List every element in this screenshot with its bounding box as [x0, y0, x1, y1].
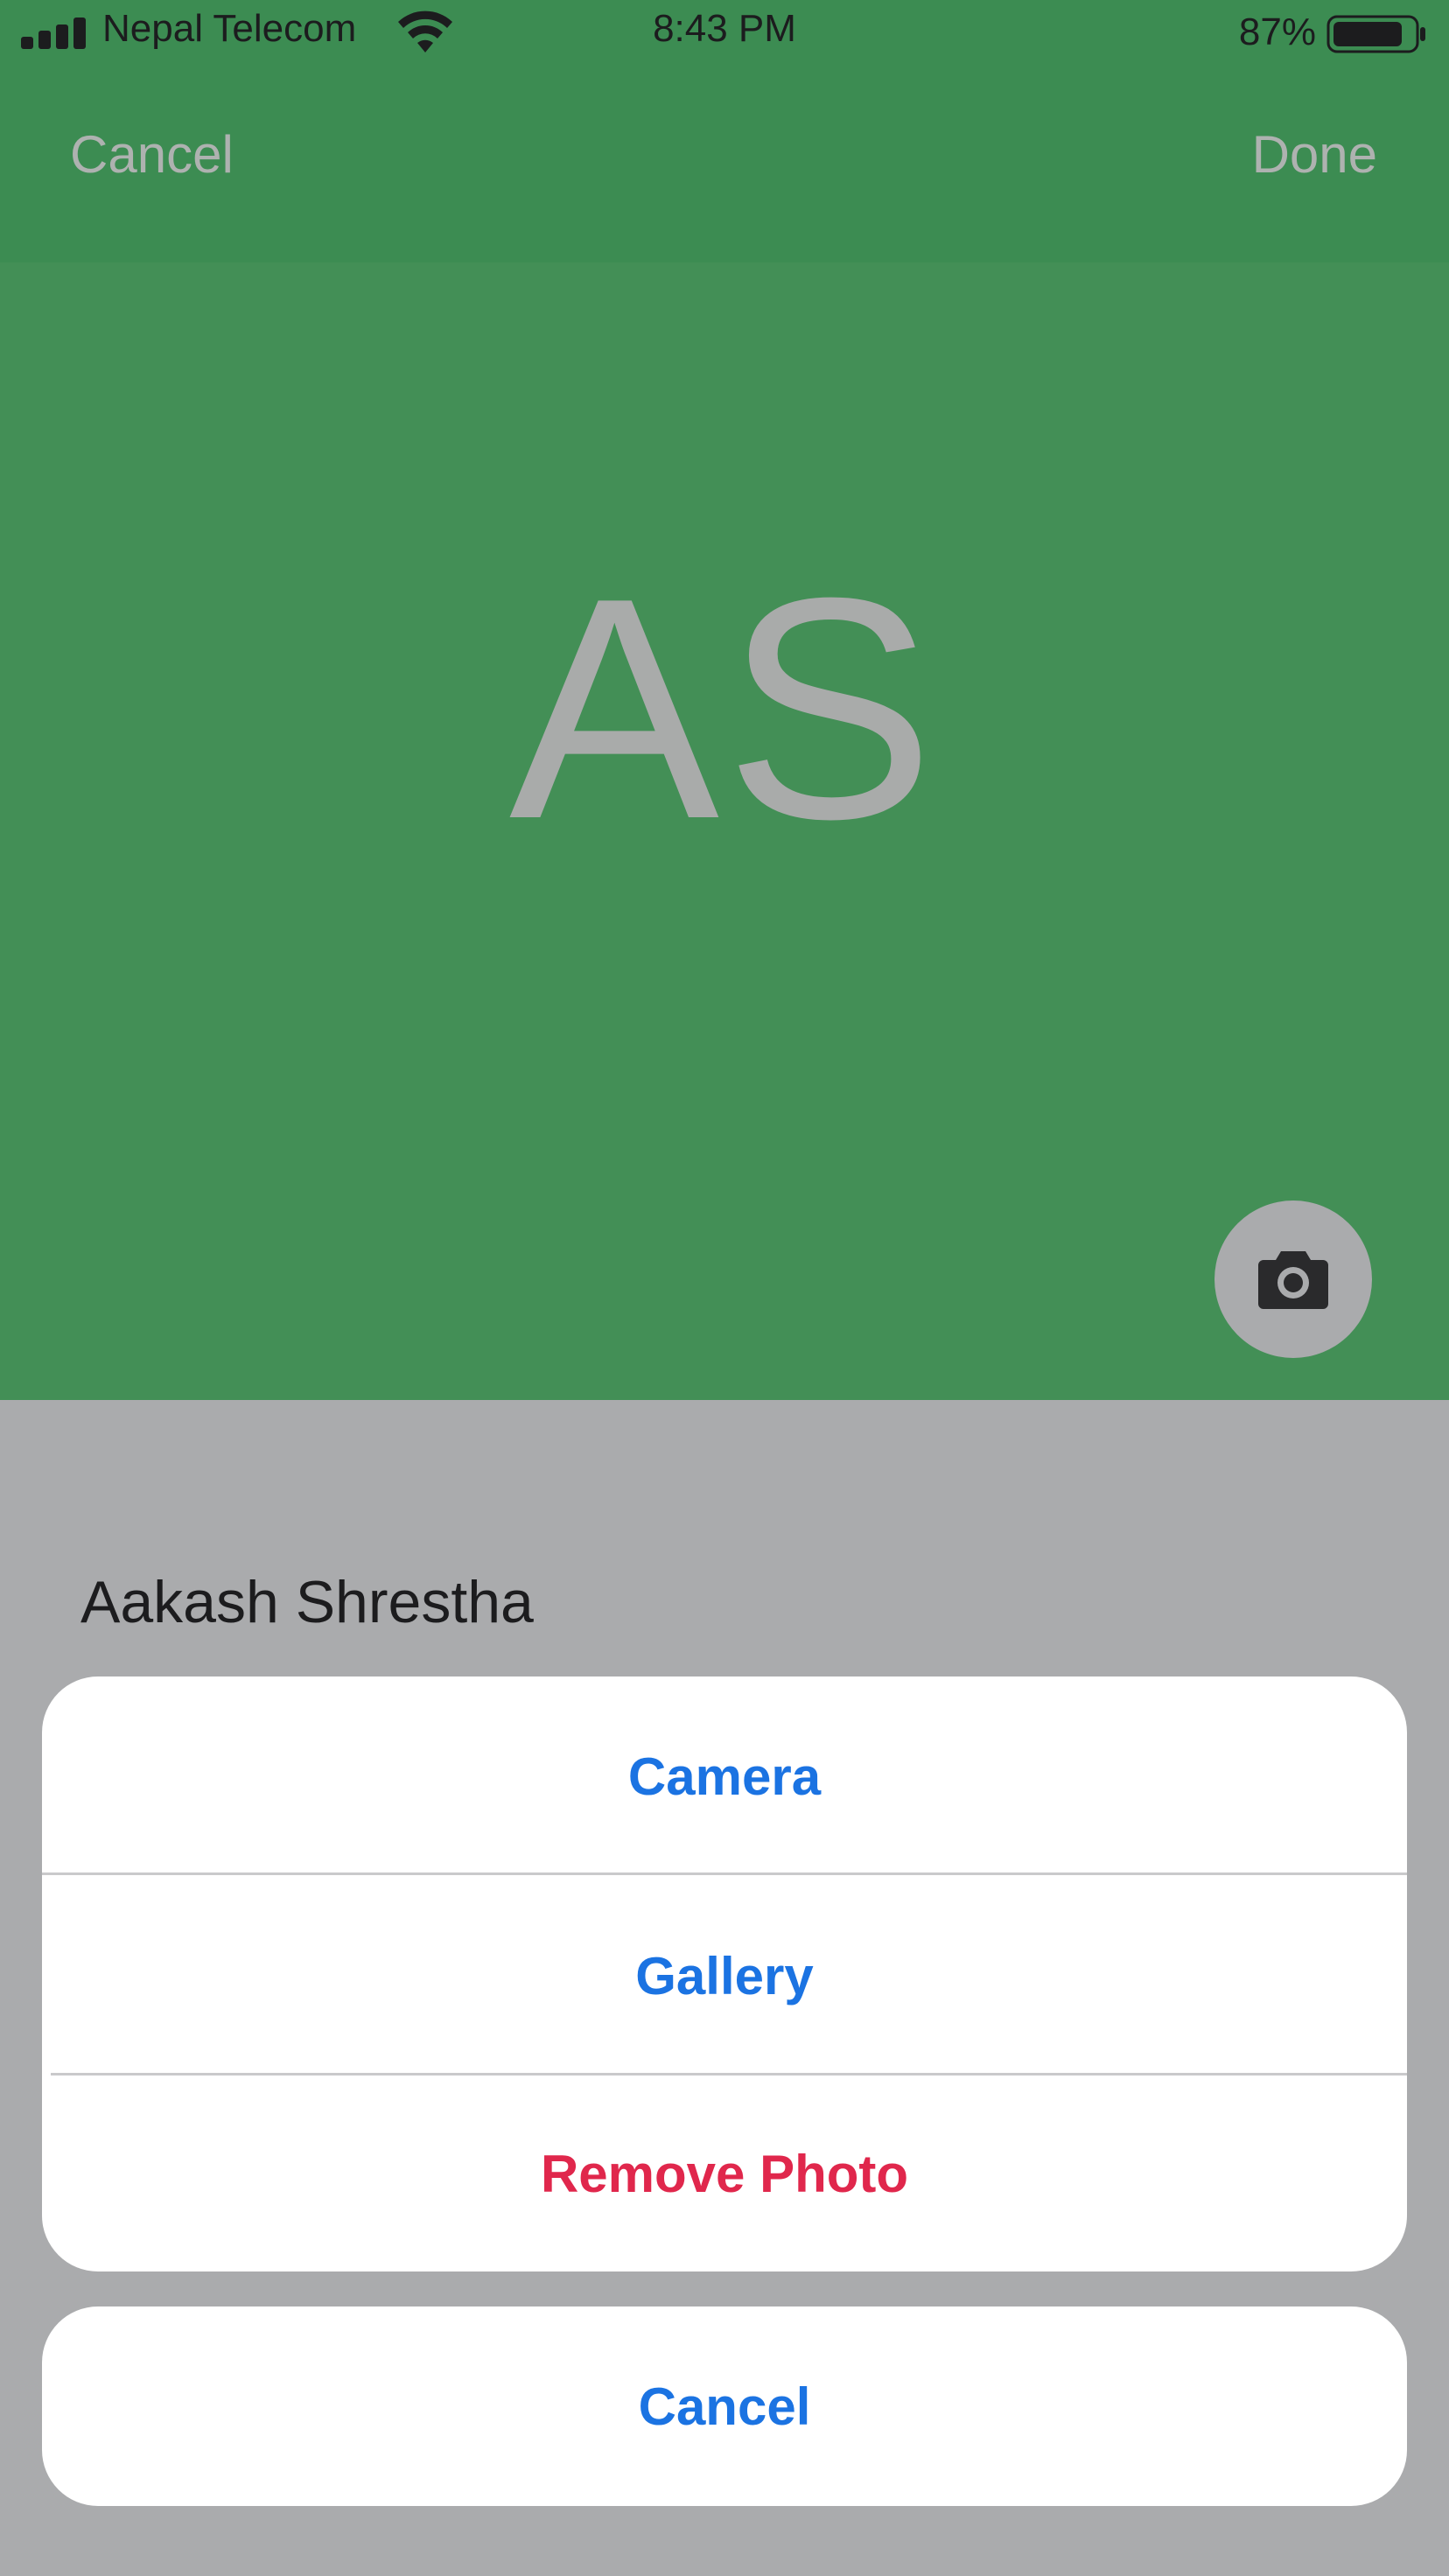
avatar-initials: AS [508, 533, 941, 885]
status-bar: Nepal Telecom 8:43 PM 87% [0, 0, 1449, 70]
divider [42, 1872, 1407, 1875]
profile-name: Aakash Shrestha [80, 1569, 534, 1635]
battery-percent: 87% [1238, 10, 1316, 53]
gallery-action[interactable]: Gallery [42, 1876, 1407, 2076]
done-button[interactable]: Done [1252, 124, 1377, 185]
change-photo-button[interactable] [1214, 1200, 1372, 1358]
remove-photo-action[interactable]: Remove Photo [42, 2076, 1407, 2272]
action-sheet-cancel-button[interactable]: Cancel [42, 2306, 1407, 2506]
camera-icon [1258, 1251, 1328, 1309]
cancel-button[interactable]: Cancel [70, 124, 234, 185]
nav-bar: Cancel Done [0, 70, 1449, 262]
camera-action[interactable]: Camera [42, 1676, 1407, 1876]
status-time: 8:43 PM [653, 7, 796, 50]
avatar-area: AS [0, 262, 1449, 1400]
action-sheet: Camera Gallery Remove Photo [42, 1676, 1407, 2272]
battery-icon [1326, 15, 1425, 53]
